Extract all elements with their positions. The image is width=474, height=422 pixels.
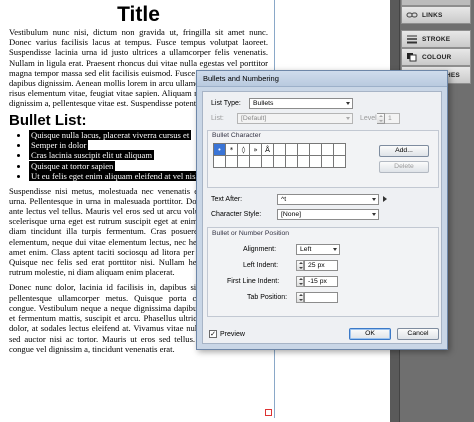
panel-tab-label: COLOUR [422, 53, 452, 61]
text-after-label: Text After: [211, 196, 243, 203]
preview-row: Preview [220, 331, 245, 338]
tab-position-row: Tab Position: [247, 294, 287, 301]
list-item-text: Quisque nulla lacus, placerat viverra cu… [29, 129, 192, 140]
first-line-indent-stepper[interactable] [296, 276, 304, 287]
left-indent-stepper[interactable] [296, 260, 304, 271]
list-select[interactable]: [Default] [237, 113, 353, 124]
list-type-label: List Type: [211, 100, 241, 107]
character-style-row: Character Style: [211, 211, 261, 218]
bullet-cell[interactable]: » [250, 144, 262, 156]
bullet-cell-empty[interactable] [298, 156, 310, 168]
dialog-body: List Type: Bullets List: [Default] Level… [202, 91, 442, 344]
tab-position-stepper[interactable] [296, 292, 304, 303]
preview-label: Preview [220, 331, 245, 338]
bullet-character-grid[interactable]: • * ◊ » Å [213, 143, 346, 168]
bullets-and-numbering-dialog[interactable]: Bullets and Numbering List Type: Bullets… [196, 70, 448, 350]
ok-button[interactable]: OK [349, 328, 391, 340]
bullet-cell-empty[interactable] [214, 156, 226, 168]
panel-tab-label: LINKS [422, 11, 443, 19]
alignment-label: Alignment: [243, 246, 277, 253]
character-style-label: Character Style: [211, 211, 262, 218]
bullet-cell[interactable]: * [226, 144, 238, 156]
list-item-text: Semper in dolor [29, 140, 89, 151]
text-after-value: ^t [281, 196, 287, 203]
left-indent-row: Left Indent: [243, 262, 278, 269]
character-style-value: [None] [281, 211, 302, 218]
list-value: [Default] [241, 115, 267, 122]
alignment-select[interactable]: Left [296, 244, 340, 255]
list-item-text: Quisque at tortor sapien [29, 160, 116, 171]
level-stepper[interactable] [377, 113, 385, 124]
dialog-title[interactable]: Bullets and Numbering [197, 71, 447, 87]
list-type-select[interactable]: Bullets [249, 98, 353, 109]
chevron-down-icon [372, 213, 376, 216]
bullet-cell-selected[interactable]: • [214, 144, 226, 156]
add-button[interactable]: Add... [379, 145, 429, 157]
left-indent-input[interactable]: 25 px [304, 260, 338, 271]
panel-tab-links[interactable]: LINKS [401, 6, 471, 24]
alignment-value: Left [300, 246, 312, 253]
bullet-cell-empty[interactable] [286, 144, 298, 156]
panel-tab-label: STROKE [422, 35, 451, 43]
colour-icon [406, 52, 418, 62]
level-input[interactable]: 1 [384, 113, 400, 124]
panel-tab-colour[interactable]: COLOUR [401, 48, 471, 66]
bullet-cell-empty[interactable] [250, 156, 262, 168]
bullet-cell-empty[interactable] [334, 156, 346, 168]
panel-tab-stroke[interactable]: STROKE [401, 30, 471, 48]
first-line-indent-input[interactable]: -15 px [304, 276, 338, 287]
bullet-cell-empty[interactable] [262, 156, 274, 168]
text-after-row: Text After: [211, 196, 242, 203]
list-type-value: Bullets [253, 100, 274, 107]
chevron-down-icon [372, 198, 376, 201]
bullet-cell[interactable]: ◊ [238, 144, 250, 156]
bullet-cell-empty[interactable] [310, 144, 322, 156]
chevron-down-icon [346, 117, 350, 120]
bullet-character-label: Bullet Character [212, 132, 261, 139]
list-item-text: Cras lacinia suscipit elit ut aliquam [29, 150, 155, 161]
cancel-button[interactable]: Cancel [397, 328, 439, 340]
list-type-row: List Type: [211, 100, 241, 107]
bullet-cell-empty[interactable] [322, 144, 334, 156]
level-row: Level: [360, 115, 379, 122]
special-characters-icon[interactable] [383, 196, 387, 202]
first-line-indent-row: First Line Indent: [227, 278, 279, 285]
bullet-cell-empty[interactable] [322, 156, 334, 168]
links-icon [406, 10, 418, 20]
overset-text-icon[interactable] [265, 409, 272, 416]
tab-position-input[interactable] [304, 292, 338, 303]
character-style-select[interactable]: [None] [277, 209, 379, 220]
text-after-field[interactable]: ^t [277, 194, 379, 205]
document-title[interactable]: Title [9, 4, 268, 26]
bullet-position-label: Bullet or Number Position [212, 230, 290, 237]
bullet-cell-empty[interactable] [238, 156, 250, 168]
stroke-icon [406, 34, 418, 44]
bullet-cell-empty[interactable] [274, 144, 286, 156]
list-label: List: [211, 115, 224, 122]
bullet-cell-empty[interactable] [310, 156, 322, 168]
list-row: List: [211, 115, 224, 122]
list-item-text: Ut eu felis eget enim aliquam eleifend a… [29, 171, 200, 182]
first-line-indent-label: First Line Indent: [227, 278, 280, 285]
bullet-position-group [207, 227, 439, 317]
level-label: Level: [360, 115, 379, 122]
tab-position-label: Tab Position: [247, 294, 288, 301]
bullet-cell-empty[interactable] [334, 144, 346, 156]
preview-checkbox[interactable]: ✓ [209, 330, 217, 338]
bullet-cell-empty[interactable] [298, 144, 310, 156]
alignment-row: Alignment: [243, 246, 276, 253]
bullet-cell-empty[interactable] [226, 156, 238, 168]
left-indent-label: Left Indent: [243, 262, 279, 269]
bullet-cell-empty[interactable] [274, 156, 286, 168]
chevron-down-icon [333, 248, 337, 251]
chevron-down-icon [346, 102, 350, 105]
bullet-cell[interactable]: Å [262, 144, 274, 156]
bullet-cell-empty[interactable] [286, 156, 298, 168]
delete-button[interactable]: Delete [379, 161, 429, 173]
